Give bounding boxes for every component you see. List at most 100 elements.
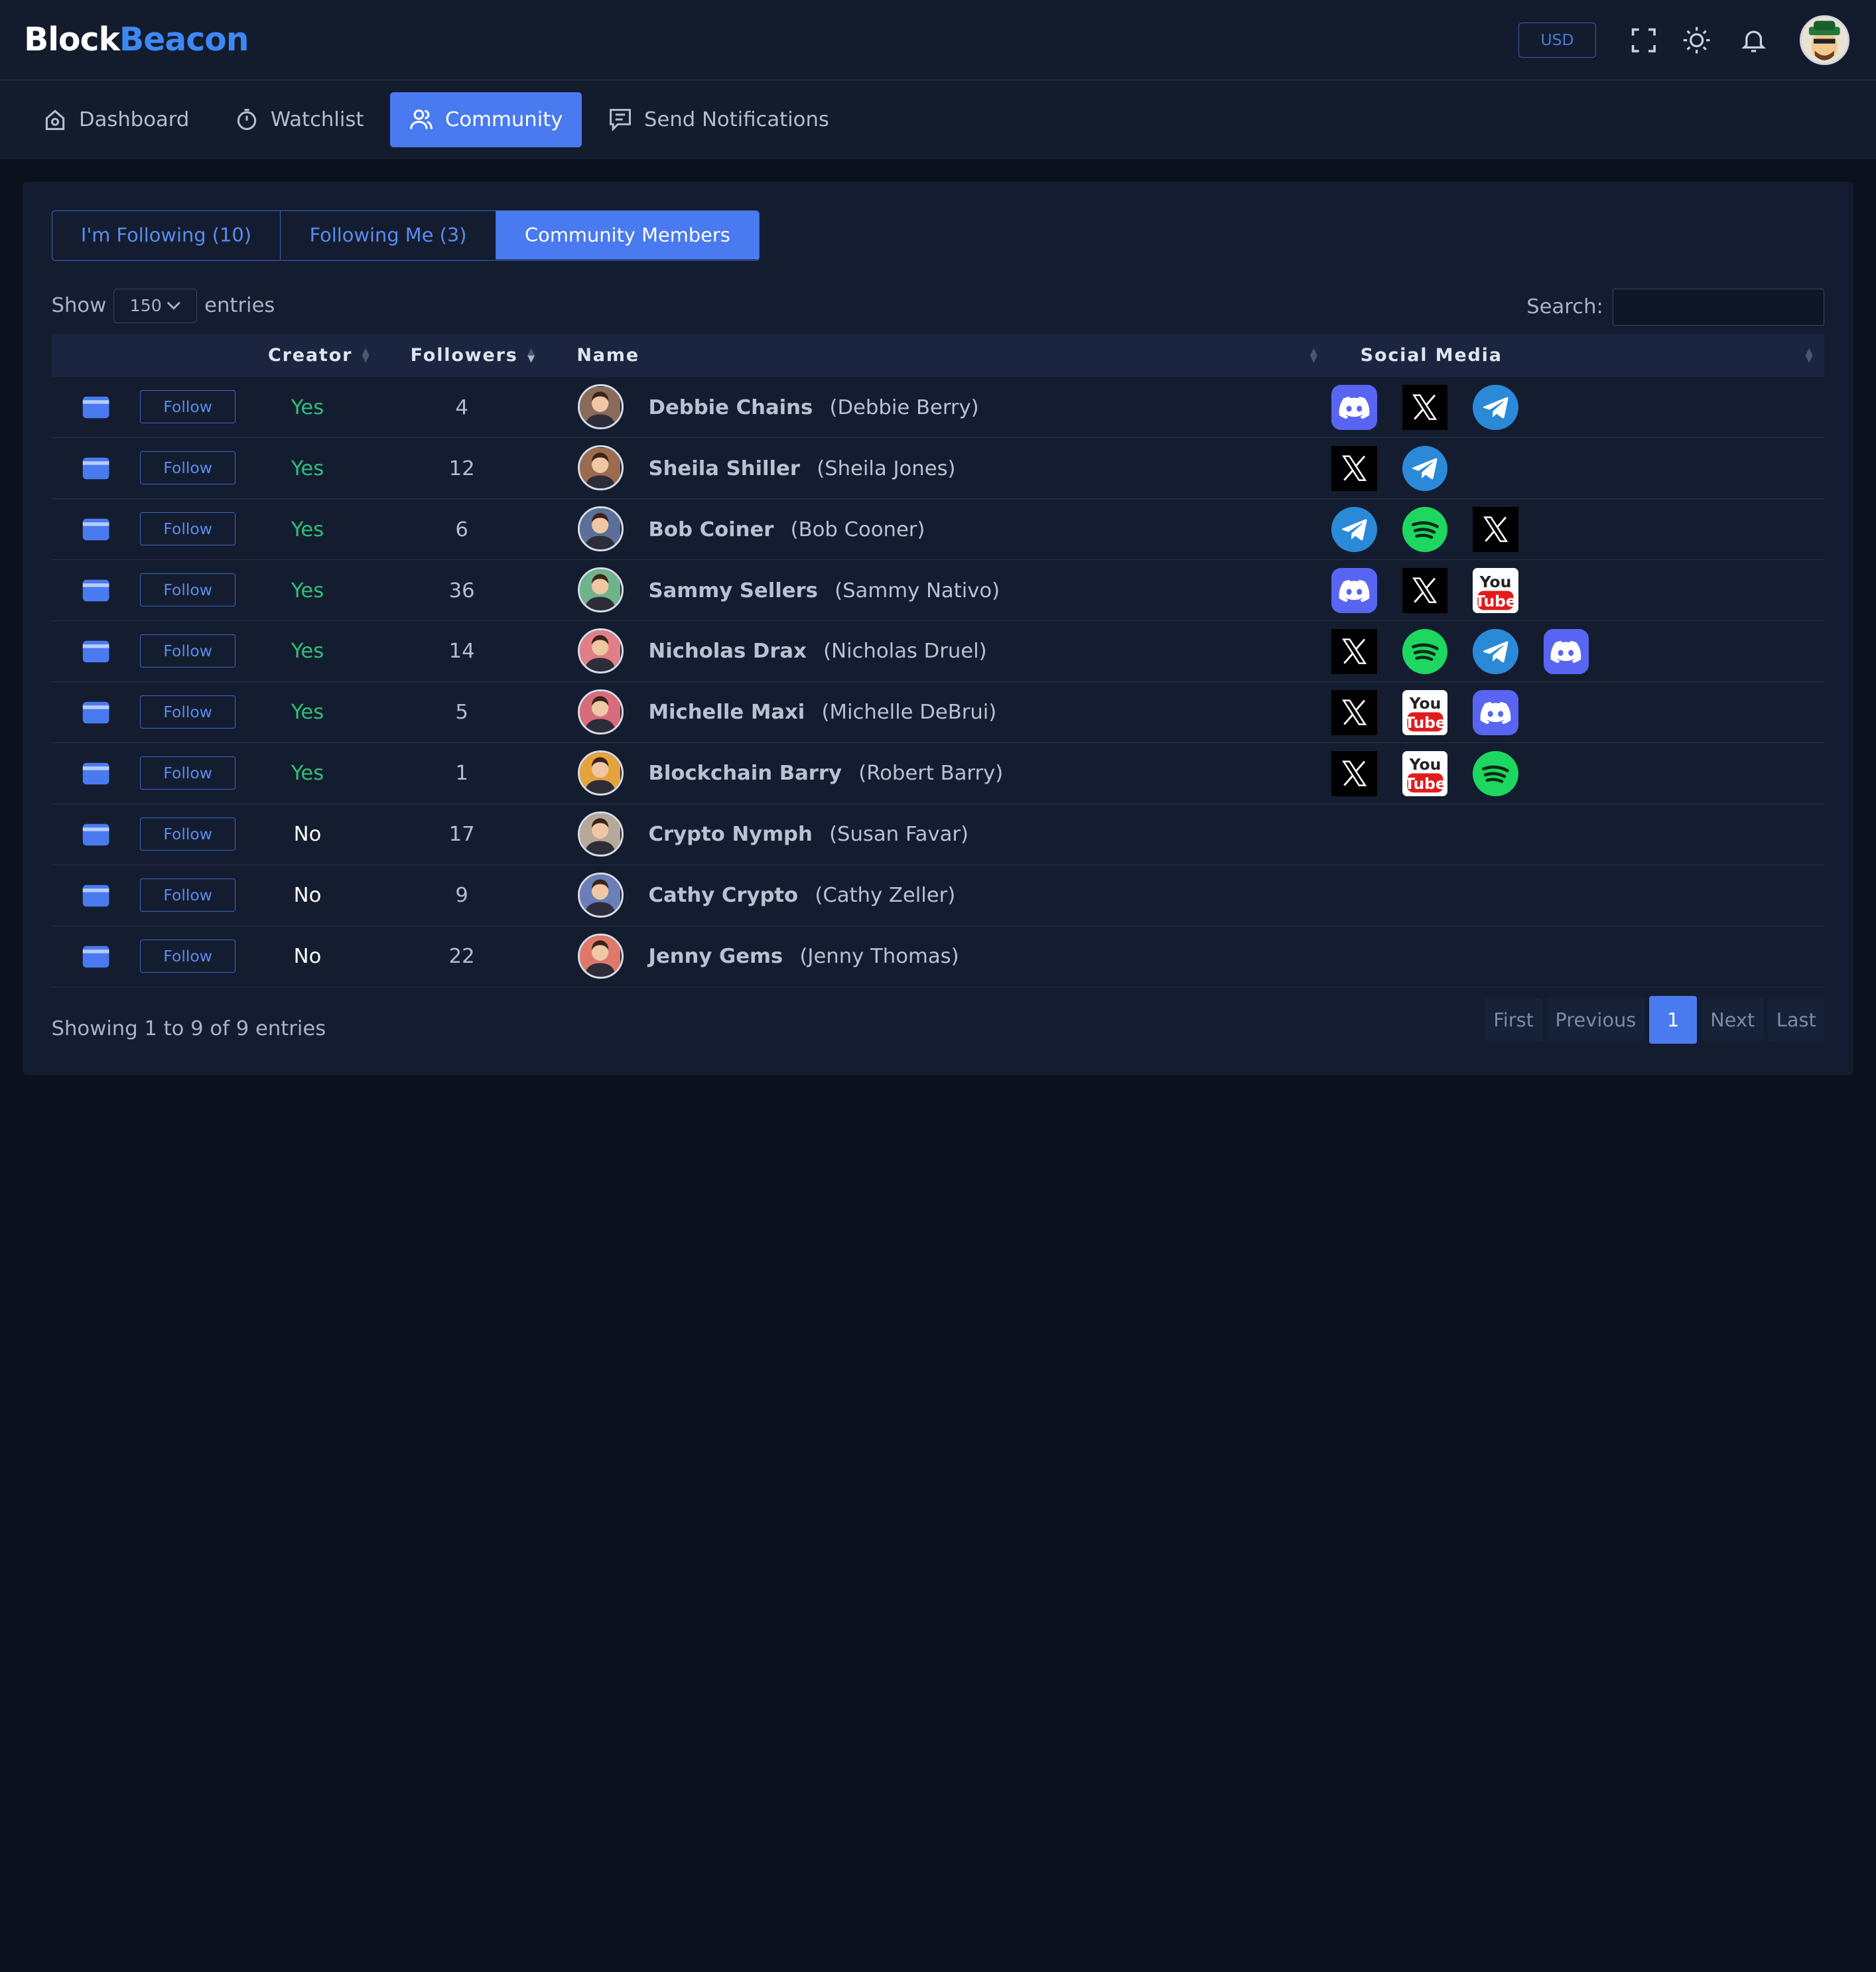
page-next[interactable]: Next <box>1702 998 1763 1042</box>
fullscreen-icon[interactable] <box>1630 26 1658 54</box>
creator-value: Yes <box>291 518 324 541</box>
follow-button[interactable]: Follow <box>140 573 236 607</box>
telegram-icon[interactable] <box>1402 445 1448 492</box>
x-icon[interactable] <box>1473 506 1518 553</box>
card-icon[interactable] <box>82 560 110 621</box>
card-icon[interactable] <box>82 377 110 438</box>
avatar[interactable] <box>578 445 624 491</box>
avatar[interactable] <box>578 506 624 552</box>
avatar[interactable] <box>578 567 624 613</box>
card-icon[interactable] <box>82 621 110 682</box>
follow-button[interactable]: Follow <box>140 389 236 424</box>
youtube-icon[interactable]: You Tube <box>1402 750 1448 797</box>
x-icon[interactable] <box>1331 628 1377 675</box>
member-name[interactable]: Bob Coiner (Bob Cooner) <box>649 499 925 560</box>
sort-icon[interactable]: ▲ ▼ <box>1796 347 1814 364</box>
creator-value: No <box>293 884 322 908</box>
avatar[interactable] <box>578 750 624 796</box>
bell-icon[interactable] <box>1739 26 1768 54</box>
member-name[interactable]: Michelle Maxi (Michelle DeBrui) <box>649 682 997 743</box>
follow-button[interactable]: Follow <box>140 939 236 973</box>
card-icon[interactable] <box>82 743 110 804</box>
avatar[interactable] <box>578 689 624 735</box>
sort-icon: ▲ ▼ <box>362 346 371 364</box>
follow-button[interactable]: Follow <box>140 695 236 729</box>
member-name[interactable]: Sammy Sellers (Sammy Nativo) <box>649 560 1000 621</box>
avatar[interactable] <box>578 811 624 857</box>
nav-watchlist[interactable]: Watchlist <box>216 92 383 147</box>
member-username: Jenny Gems <box>648 945 783 969</box>
card-icon[interactable] <box>82 682 110 743</box>
user-avatar[interactable] <box>1799 15 1850 66</box>
spotify-icon[interactable] <box>1402 506 1448 553</box>
entries-select[interactable]: 150 <box>113 288 198 323</box>
search-input[interactable] <box>1613 288 1825 326</box>
header-followers[interactable]: Followers ▲ ▼ <box>411 345 536 366</box>
social-media-list <box>1331 621 1614 682</box>
header-social-label: Social Media <box>1360 345 1503 366</box>
tab-im-following[interactable]: I'm Following (10) <box>52 211 281 259</box>
telegram-icon[interactable] <box>1473 628 1518 675</box>
follow-button[interactable]: Follow <box>140 817 236 851</box>
card-icon[interactable] <box>82 438 110 499</box>
nav-send-notifications[interactable]: Send Notifications <box>589 92 848 147</box>
follow-button[interactable]: Follow <box>140 451 236 485</box>
spotify-icon[interactable] <box>1402 628 1448 675</box>
avatar[interactable] <box>578 872 624 918</box>
page-previous[interactable]: Previous <box>1546 998 1644 1042</box>
nav-dashboard[interactable]: Dashboard <box>24 92 208 147</box>
avatar[interactable] <box>578 384 624 430</box>
nav-label: Community <box>444 107 563 131</box>
sun-icon[interactable] <box>1682 26 1711 54</box>
member-name[interactable]: Nicholas Drax (Nicholas Druel) <box>649 621 987 682</box>
member-username: Nicholas Drax <box>648 640 807 664</box>
header-name[interactable]: Name <box>576 345 639 366</box>
member-name[interactable]: Cathy Crypto (Cathy Zeller) <box>649 865 956 926</box>
tab-community-members[interactable]: Community Members <box>496 211 760 259</box>
page: BlockBeacon USD Dashboard Watchlist Comm… <box>0 0 1876 1093</box>
avatar[interactable] <box>578 628 624 674</box>
member-realname: (Bob Cooner) <box>790 518 925 541</box>
avatar[interactable] <box>578 933 624 979</box>
page-first[interactable]: First <box>1485 998 1542 1042</box>
telegram-icon[interactable] <box>1473 384 1518 431</box>
page-current[interactable]: 1 <box>1649 995 1698 1044</box>
discord-icon[interactable] <box>1331 567 1377 614</box>
sort-icon[interactable]: ▲ ▼ <box>1301 347 1319 364</box>
page-last[interactable]: Last <box>1768 998 1825 1042</box>
x-icon[interactable] <box>1402 567 1448 614</box>
card-icon[interactable] <box>82 804 110 865</box>
telegram-icon[interactable] <box>1331 506 1377 553</box>
member-name[interactable]: Crypto Nymph (Susan Favar) <box>649 804 969 865</box>
member-name[interactable]: Sheila Shiller (Sheila Jones) <box>649 438 956 499</box>
follow-button[interactable]: Follow <box>140 634 236 668</box>
header-social[interactable]: Social Media <box>1361 345 1503 366</box>
social-media-list <box>1331 499 1543 560</box>
member-name[interactable]: Debbie Chains (Debbie Berry) <box>649 377 979 438</box>
header-creator[interactable]: Creator ▲ ▼ <box>268 345 371 366</box>
follow-button[interactable]: Follow <box>140 878 236 912</box>
discord-icon[interactable] <box>1473 689 1518 736</box>
youtube-icon[interactable]: You Tube <box>1473 567 1518 614</box>
card-icon[interactable] <box>82 865 110 926</box>
logo[interactable]: BlockBeacon <box>24 21 249 58</box>
spotify-icon[interactable] <box>1473 750 1518 797</box>
x-icon[interactable] <box>1331 689 1377 736</box>
discord-icon[interactable] <box>1543 628 1589 675</box>
x-icon[interactable] <box>1331 750 1377 797</box>
follow-button[interactable]: Follow <box>140 756 236 790</box>
x-icon[interactable] <box>1402 384 1448 431</box>
table-row: Follow Yes 5 Michelle Maxi (Michelle DeB… <box>51 682 1825 743</box>
discord-icon[interactable] <box>1331 384 1377 431</box>
member-name[interactable]: Blockchain Barry (Robert Barry) <box>649 743 1004 804</box>
member-name[interactable]: Jenny Gems (Jenny Thomas) <box>649 926 959 987</box>
nav-community[interactable]: Community <box>390 92 582 147</box>
tab-following-me[interactable]: Following Me (3) <box>281 211 496 259</box>
social-media-list: You Tube <box>1331 743 1543 804</box>
follow-button[interactable]: Follow <box>140 512 236 546</box>
card-icon[interactable] <box>82 499 110 560</box>
currency-selector[interactable]: USD <box>1518 23 1597 58</box>
x-icon[interactable] <box>1331 445 1377 492</box>
youtube-icon[interactable]: You Tube <box>1402 689 1448 736</box>
card-icon[interactable] <box>82 926 110 987</box>
